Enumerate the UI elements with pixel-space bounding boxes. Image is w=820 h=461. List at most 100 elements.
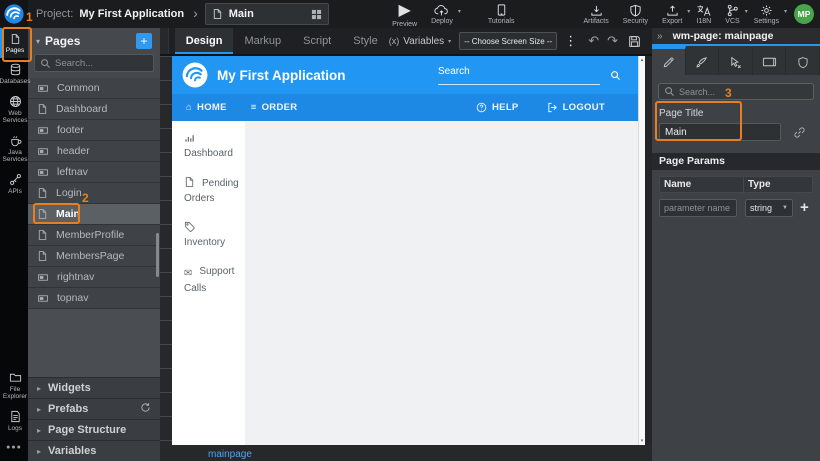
collapse-panel-icon[interactable]: » bbox=[657, 31, 663, 42]
nav-item-logout[interactable]: LOGOUT bbox=[547, 102, 605, 113]
breadcrumb-chevron-icon: › bbox=[193, 5, 198, 21]
param-type-column: Type bbox=[744, 177, 812, 192]
pencil-icon bbox=[662, 56, 675, 69]
menu-item-inventory[interactable]: Inventory bbox=[184, 221, 241, 250]
scroll-up-icon[interactable]: ▴ bbox=[639, 57, 645, 63]
events-tab[interactable] bbox=[719, 46, 753, 75]
param-name-input[interactable] bbox=[659, 199, 737, 217]
bind-property-icon[interactable] bbox=[793, 126, 806, 139]
topbar-tool-vcs[interactable]: VCS▾ bbox=[725, 4, 739, 25]
topbar-tool-i18n[interactable]: I18N bbox=[696, 4, 711, 25]
topbar-tool-settings[interactable]: Settings▾ bbox=[754, 4, 779, 25]
nav-item-label: HELP bbox=[492, 102, 519, 113]
menu-item-support-calls[interactable]: ✉Support Calls bbox=[184, 265, 241, 296]
page-list-item-memberspage[interactable]: MembersPage bbox=[28, 246, 160, 267]
grid-icon[interactable] bbox=[311, 9, 322, 20]
page-list-item-topnav[interactable]: topnav bbox=[28, 288, 160, 309]
vertical-ruler bbox=[160, 56, 172, 445]
section-variables[interactable]: ▸Variables bbox=[28, 440, 160, 461]
page-icon bbox=[37, 229, 48, 241]
topbar-tool-export[interactable]: Export▾ bbox=[662, 4, 682, 25]
page-list-item-footer[interactable]: footer bbox=[28, 120, 160, 141]
topbar-tool-artifacts[interactable]: Artifacts bbox=[583, 4, 608, 25]
sidebar-item-logs[interactable]: Logs bbox=[0, 405, 28, 436]
properties-tab-bar bbox=[652, 46, 820, 75]
page-content-area[interactable] bbox=[245, 121, 645, 445]
redo-icon[interactable]: ↷ bbox=[607, 33, 618, 49]
topbar-tool-label: Security bbox=[623, 18, 648, 25]
activity-bar-top: PagesDatabasesWeb Services Java Services A… bbox=[0, 28, 28, 199]
page-list-item-common[interactable]: Common bbox=[28, 78, 160, 99]
caret-down-icon[interactable]: ▾ bbox=[36, 37, 40, 46]
device-tab[interactable] bbox=[753, 46, 787, 75]
translate-icon bbox=[696, 4, 711, 17]
nav-item-label: ORDER bbox=[262, 102, 298, 113]
scrollbar-thumb[interactable] bbox=[156, 233, 159, 277]
variables-button[interactable]: (x) Variables ▾ bbox=[389, 36, 451, 47]
app-search-input[interactable]: Search bbox=[438, 66, 600, 85]
page-list-item-dashboard[interactable]: Dashboard bbox=[28, 99, 160, 120]
save-icon[interactable] bbox=[628, 35, 641, 48]
tab-design[interactable]: Design bbox=[175, 28, 234, 54]
nav-item-home[interactable]: ⌂HOME bbox=[186, 102, 227, 113]
topbar-tool-tutorials[interactable]: Tutorials bbox=[488, 3, 515, 25]
preview-body: Dashboard Pending Orders Inventory ✉Support… bbox=[172, 121, 645, 445]
sidebar-item-pages[interactable]: Pages bbox=[0, 28, 28, 58]
add-page-button[interactable]: + bbox=[136, 33, 152, 49]
home-icon: ⌂ bbox=[186, 102, 192, 113]
nav-item-help[interactable]: HELP bbox=[476, 102, 519, 113]
branch-icon bbox=[726, 4, 739, 17]
page-list-item-main[interactable]: Main bbox=[28, 204, 160, 225]
properties-tab[interactable] bbox=[652, 46, 686, 75]
sidebar-item-web-services[interactable]: Web Services bbox=[0, 90, 28, 129]
section-page-structure[interactable]: ▸Page Structure bbox=[28, 419, 160, 440]
tab-markup[interactable]: Markup bbox=[233, 28, 292, 54]
page-icon bbox=[184, 176, 195, 188]
sidebar-item-file-explorer[interactable]: File Explorer bbox=[0, 366, 28, 405]
add-param-button[interactable]: + bbox=[800, 201, 809, 215]
menu-item-dashboard[interactable]: Dashboard bbox=[184, 132, 241, 161]
page-list-item-login[interactable]: Login bbox=[28, 183, 160, 204]
undo-icon[interactable]: ↶ bbox=[588, 33, 599, 49]
section-widgets[interactable]: ▸Widgets bbox=[28, 377, 160, 398]
nav-item-order[interactable]: ≡ORDER bbox=[251, 102, 298, 113]
topbar-tool-security[interactable]: Security bbox=[623, 4, 648, 25]
properties-search-input[interactable] bbox=[679, 87, 808, 97]
more-menu-icon[interactable]: ⋮ bbox=[564, 33, 577, 49]
sidebar-item-databases[interactable]: Databases bbox=[0, 58, 28, 89]
section-prefabs[interactable]: ▸Prefabs bbox=[28, 398, 160, 419]
scroll-down-icon[interactable]: ▾ bbox=[639, 438, 645, 444]
canvas-toolbar-right: (x) Variables ▾ -- Choose Screen Size --… bbox=[389, 28, 652, 54]
page-title-input[interactable] bbox=[659, 123, 781, 141]
topbar-tool-preview[interactable]: ▶Preview bbox=[392, 0, 417, 28]
menu-item-pending-orders[interactable]: Pending Orders bbox=[184, 176, 241, 206]
search-icon[interactable] bbox=[610, 70, 621, 81]
sidebar-item-label: Logs bbox=[8, 425, 22, 432]
tab-script[interactable]: Script bbox=[292, 28, 342, 54]
wavemaker-logo[interactable] bbox=[0, 0, 28, 28]
page-selector[interactable]: Main bbox=[205, 3, 329, 25]
canvas-scrollbar[interactable]: ▴ ▾ bbox=[638, 56, 645, 445]
user-avatar[interactable]: MP bbox=[794, 4, 814, 24]
breadcrumb-mainpage[interactable]: mainpage bbox=[208, 449, 252, 460]
project-label: Project: bbox=[36, 8, 73, 20]
topbar-tool-deploy[interactable]: Deploy▾ bbox=[431, 4, 453, 25]
page-list-item-rightnav[interactable]: rightnav bbox=[28, 267, 160, 288]
param-type-select[interactable]: string ▼ bbox=[745, 199, 793, 217]
sidebar-item-apis[interactable]: APIs bbox=[0, 168, 28, 199]
screen-size-select[interactable]: -- Choose Screen Size -- ▼ bbox=[459, 32, 557, 50]
overflow-icon[interactable]: ●●● bbox=[0, 436, 28, 461]
preview-app-header: My First Application Search bbox=[172, 56, 645, 94]
page-list-item-leftnav[interactable]: leftnav bbox=[28, 162, 160, 183]
page-list-item-header[interactable]: header bbox=[28, 141, 160, 162]
sidebar-item-java-services[interactable]: Java Services bbox=[0, 129, 28, 168]
pages-search-input[interactable] bbox=[55, 58, 148, 69]
styles-tab[interactable] bbox=[686, 46, 720, 75]
sidebar-item-label: Java Services bbox=[2, 149, 28, 164]
refresh-icon[interactable] bbox=[140, 400, 151, 418]
security-tab[interactable] bbox=[786, 46, 820, 75]
page-selector-value: Main bbox=[229, 8, 254, 20]
tab-style[interactable]: Style bbox=[342, 28, 388, 54]
design-canvas[interactable]: My First Application Search ⌂HOME≡ORDER … bbox=[172, 56, 645, 445]
page-list-item-memberprofile[interactable]: MemberProfile bbox=[28, 225, 160, 246]
